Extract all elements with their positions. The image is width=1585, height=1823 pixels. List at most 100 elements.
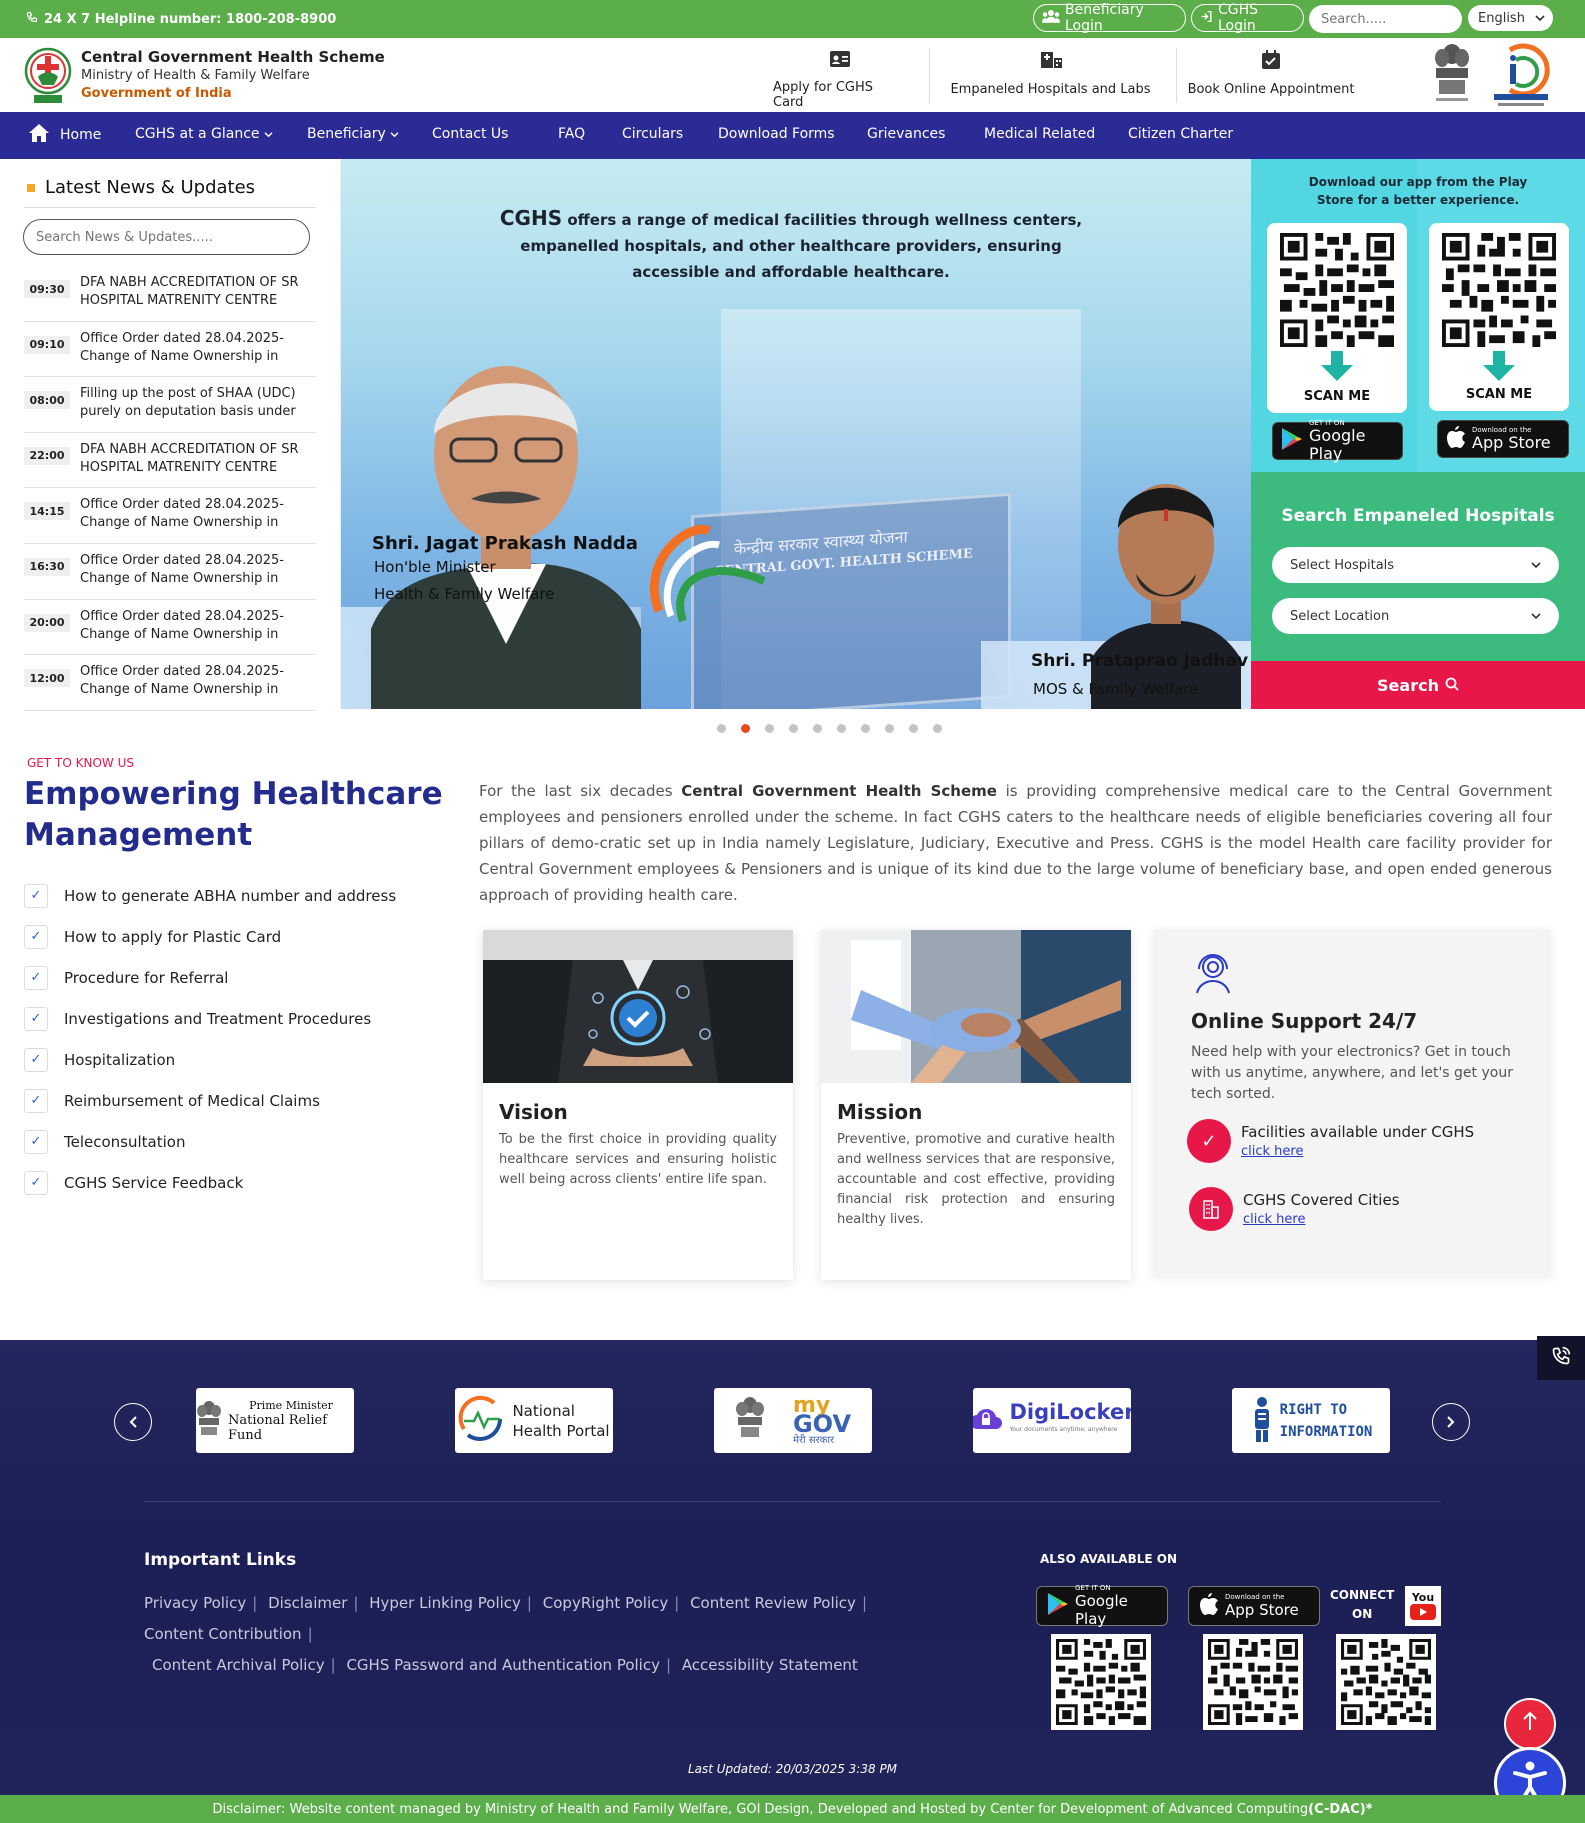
footer-google-play-badge[interactable]: GET IT ON Google Play xyxy=(1036,1584,1168,1628)
cghs-logo[interactable] xyxy=(24,41,72,109)
help-link-item[interactable]: ✓ How to generate ABHA number and address xyxy=(24,875,444,916)
language-select[interactable]: English xyxy=(1468,5,1553,31)
nav-faq[interactable]: FAQ xyxy=(558,126,585,142)
news-item[interactable]: 20:00 Office Order dated 28.04.2025- Cha… xyxy=(24,600,316,656)
help-link-item[interactable]: ✓ Procedure for Referral xyxy=(24,957,444,998)
help-link-item[interactable]: ✓ Reimbursement of Medical Claims xyxy=(24,1080,444,1121)
right-to-information-logo[interactable]: RIGHT TO INFORMATION xyxy=(1232,1388,1390,1453)
nav-download-forms[interactable]: Download Forms xyxy=(718,126,835,142)
apply-cghs-card-link[interactable]: Apply for CGHS Card xyxy=(773,50,907,110)
check-circle-icon: ✓ xyxy=(1187,1119,1231,1163)
carousel-dot[interactable] xyxy=(933,724,942,733)
accessibility-statement-link[interactable]: Accessibility Statement xyxy=(682,1656,858,1674)
carousel-dot[interactable] xyxy=(813,724,822,733)
phone-ring-icon xyxy=(1551,1346,1571,1370)
hospital-search-button[interactable]: Search xyxy=(1251,661,1585,709)
scroll-to-top-button[interactable] xyxy=(1504,1698,1556,1750)
nav-grievances[interactable]: Grievances xyxy=(867,126,945,142)
news-item[interactable]: 08:00 Filling up the post of SHAA (UDC) … xyxy=(24,377,316,433)
copyright-policy-link[interactable]: CopyRight Policy xyxy=(543,1594,668,1612)
privacy-policy-link[interactable]: Privacy Policy xyxy=(144,1594,246,1612)
divider xyxy=(144,1501,1441,1502)
carousel-dot[interactable] xyxy=(885,724,894,733)
qr-code-icon xyxy=(1442,233,1556,347)
nav-label: CGHS at a Glance xyxy=(135,126,260,142)
help-link-item[interactable]: ✓ Hospitalization xyxy=(24,1039,444,1080)
content-contribution-link[interactable]: Content Contribution xyxy=(144,1625,302,1643)
select-hospital-dropdown[interactable]: Select Hospitals xyxy=(1272,547,1559,583)
facilities-link[interactable]: ✓ Facilities available under CGHS click … xyxy=(1187,1119,1474,1163)
help-link-item[interactable]: ✓ CGHS Service Feedback xyxy=(24,1162,444,1203)
important-links: Privacy Policy | Disclaimer | Hyper Linkin… xyxy=(144,1588,984,1681)
carousel-dot[interactable] xyxy=(717,724,726,733)
content-review-policy-link[interactable]: Content Review Policy xyxy=(690,1594,856,1612)
covered-cities-link[interactable]: CGHS Covered Cities click here xyxy=(1189,1187,1400,1231)
arrow-up-icon xyxy=(1522,1711,1538,1737)
nav-beneficiary[interactable]: Beneficiary xyxy=(307,126,399,142)
pm-relief-fund-logo[interactable]: Prime Minister National Relief Fund xyxy=(196,1388,354,1453)
facilities-click-here[interactable]: click here xyxy=(1241,1144,1474,1159)
nav-cghs-at-a-glance[interactable]: CGHS at a Glance xyxy=(135,126,273,142)
apple-icon xyxy=(1199,1592,1219,1620)
app-store-badge[interactable]: Download on the App Store xyxy=(1437,420,1569,458)
empaneled-hospitals-link[interactable]: Empaneled Hospitals and Labs xyxy=(948,50,1153,102)
language-value: English xyxy=(1478,10,1525,26)
help-link-item[interactable]: ✓ Investigations and Treatment Procedures xyxy=(24,998,444,1039)
nav-citizen-charter[interactable]: Citizen Charter xyxy=(1128,126,1233,142)
help-link-item[interactable]: ✓ How to apply for Plastic Card xyxy=(24,916,444,957)
news-search-input[interactable] xyxy=(23,219,310,255)
carousel-dot[interactable] xyxy=(765,724,774,733)
password-policy-link[interactable]: CGHS Password and Authentication Policy xyxy=(346,1656,660,1674)
news-title-text: Latest News & Updates xyxy=(45,177,256,198)
news-item[interactable]: 16:30 Office Order dated 28.04.2025- Cha… xyxy=(24,544,316,600)
youtube-icon[interactable]: You xyxy=(1405,1586,1441,1626)
users-icon xyxy=(1042,9,1060,27)
partner-prev-button[interactable] xyxy=(114,1403,152,1441)
news-item[interactable]: 14:15 Office Order dated 28.04.2025- Cha… xyxy=(24,488,316,544)
covered-cities-click-here[interactable]: click here xyxy=(1243,1212,1400,1227)
footer-app-store-badge[interactable]: Download on the App Store xyxy=(1188,1586,1320,1626)
separator: | xyxy=(674,1594,680,1612)
news-item[interactable]: 22:00 DFA NABH ACCREDITATION OF SR HOSPI… xyxy=(24,433,316,489)
digilocker-logo[interactable]: DigiLocker Your documents anytime, anywh… xyxy=(973,1388,1131,1453)
chevron-down-icon xyxy=(1531,558,1541,573)
disclaimer-link[interactable]: Disclaimer xyxy=(268,1594,347,1612)
apple-icon xyxy=(1446,425,1466,453)
hyperlinking-policy-link[interactable]: Hyper Linking Policy xyxy=(369,1594,521,1612)
news-item[interactable]: 09:10 Office Order dated 28.04.2025- Cha… xyxy=(24,322,316,378)
chevron-down-icon xyxy=(390,126,399,142)
news-item[interactable]: 09:30 DFA NABH ACCREDITATION OF SR HOSPI… xyxy=(24,266,316,322)
pmnrf-line1: Prime Minister xyxy=(249,1399,333,1412)
select-location-dropdown[interactable]: Select Location xyxy=(1272,598,1559,634)
separator: | xyxy=(353,1594,359,1612)
carousel-dot[interactable] xyxy=(861,724,870,733)
mygov-logo[interactable]: my GOV मेरी सरकार xyxy=(714,1388,872,1453)
book-appointment-link[interactable]: Book Online Appointment xyxy=(1187,50,1355,102)
partner-next-button[interactable] xyxy=(1432,1403,1470,1441)
nav-contact-us[interactable]: Contact Us xyxy=(432,126,508,142)
help-link-item[interactable]: ✓ Teleconsultation xyxy=(24,1121,444,1162)
google-play-badge[interactable]: GET IT ON Google Play xyxy=(1272,419,1403,463)
carousel-dot[interactable] xyxy=(837,724,846,733)
carousel-dot[interactable] xyxy=(789,724,798,733)
nav-home[interactable]: Home xyxy=(28,123,101,147)
carousel-dot[interactable] xyxy=(909,724,918,733)
nav-circulars[interactable]: Circulars xyxy=(622,126,683,142)
separator: | xyxy=(665,1656,672,1674)
vision-image xyxy=(483,930,793,1083)
call-float-button[interactable] xyxy=(1537,1336,1585,1380)
content-archival-policy-link[interactable]: Content Archival Policy xyxy=(152,1656,325,1674)
news-item[interactable]: 12:00 Office Order dated 28.04.2025- Cha… xyxy=(24,655,316,711)
national-health-portal-logo[interactable]: National Health Portal xyxy=(455,1388,613,1453)
qr-code-icon xyxy=(1341,1639,1431,1725)
site-search-input[interactable] xyxy=(1309,5,1462,33)
rti-line1: RIGHT TO xyxy=(1279,1401,1348,1418)
nav-medical-related[interactable]: Medical Related xyxy=(984,126,1095,142)
book-appointment-label: Book Online Appointment xyxy=(1187,82,1355,97)
beneficiary-login-button[interactable]: Beneficiary Login xyxy=(1033,2,1186,34)
carousel-dot-active[interactable] xyxy=(741,724,750,733)
news-time: 20:00 xyxy=(24,613,70,632)
ministry-name: Ministry of Health & Family Welfare xyxy=(81,68,310,83)
help-links-list: ✓ How to generate ABHA number and address… xyxy=(24,875,444,1203)
cghs-login-button[interactable]: CGHS Login xyxy=(1191,2,1304,34)
